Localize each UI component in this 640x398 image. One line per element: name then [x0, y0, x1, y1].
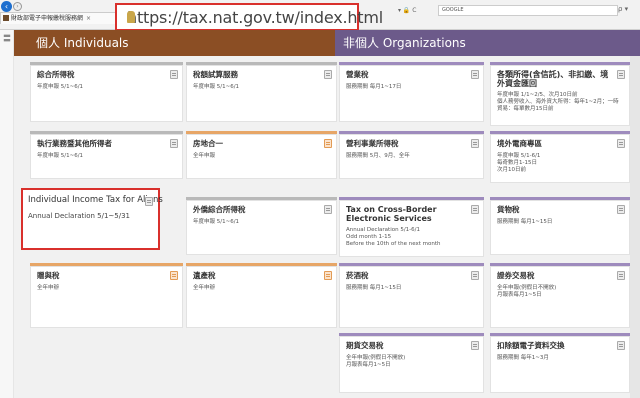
document-icon	[145, 197, 153, 206]
card-desc: Annual Declaration 5/1~5/31	[28, 212, 130, 220]
card-title: 營業稅	[346, 70, 369, 79]
document-icon	[170, 70, 178, 79]
address-bar-highlight[interactable]: https://tax.nat.gov.tw/index.html	[115, 3, 383, 31]
card-withholding-income[interactable]: 各類所得(含信託)、非扣繳、境外資金匯回 年度申報 1/1~2/5、次月10日前…	[490, 62, 630, 126]
document-icon	[170, 271, 178, 280]
card-alien-comprehensive-income-tax[interactable]: 外僑綜合所得稅 年度申報 5/1~6/1	[186, 197, 337, 255]
card-profit-seeking-enterprise-tax[interactable]: 營利事業所得稅 服務期間 5月、9月、全年	[339, 131, 484, 179]
card-income-tax-aliens[interactable]: Individual Income Tax for Aliens Annual …	[21, 188, 163, 250]
card-desc: 全年申辦	[37, 285, 60, 291]
card-title: 遺產稅	[193, 271, 216, 280]
back-arrow-icon[interactable]: ‹	[1, 1, 12, 12]
card-desc: 全年申報(例假日不開放) 月報表每月1~5日	[497, 285, 557, 298]
card-desc: 年度申報 5/1~6/1	[193, 84, 240, 90]
card-futures-transaction-tax[interactable]: 期貨交易稅 全年申報(例假日不開放) 月報表每月1~5日	[339, 333, 484, 393]
card-title: 扣除額電子資料交換	[497, 341, 565, 350]
card-title: 營利事業所得稅	[346, 139, 399, 148]
card-desc: 服務期間 每月1~15日	[497, 219, 553, 225]
card-title: 綜合所得稅	[37, 70, 75, 79]
card-house-land-tax[interactable]: 房地合一 全年申報	[186, 131, 337, 179]
card-desc: 年度申報 5/1-6/1 每奇數月1-15日 次月10日前	[497, 153, 541, 173]
card-desc: 服務期間 每月1~17日	[346, 84, 402, 90]
section-header-individuals: 個人 Individuals	[14, 30, 335, 56]
card-title: 貨物稅	[497, 205, 520, 214]
document-icon	[471, 341, 479, 350]
card-comprehensive-income-tax[interactable]: 綜合所得稅 年度申報 5/1~6/1	[30, 62, 183, 122]
card-cross-border-electronic-services[interactable]: Tax on Cross-Border Electronic Services …	[339, 197, 484, 257]
card-tax-calculation-service[interactable]: 稅額試算服務 年度申報 5/1~6/1	[186, 62, 337, 122]
menu-icon[interactable]: 〓	[3, 33, 11, 44]
section-header-organizations: 非個人 Organizations	[335, 30, 640, 56]
document-icon	[324, 271, 332, 280]
scrollbar[interactable]	[630, 56, 640, 398]
document-icon	[324, 205, 332, 214]
document-icon	[324, 139, 332, 148]
search-input[interactable]: GOOGLE	[438, 5, 618, 16]
address-bar-icons[interactable]: ▾ 🔒 C	[398, 7, 417, 14]
card-desc: 年度申報 5/1~6/1	[193, 219, 240, 225]
url-text: https://tax.nat.gov.tw/index.html	[127, 7, 384, 27]
document-icon	[471, 205, 479, 214]
card-title: 稅額試算服務	[193, 70, 238, 79]
search-icon[interactable]: ρ ▾	[618, 5, 628, 13]
tab-close-icon[interactable]: ×	[86, 15, 91, 22]
card-desc: 全年申報(例假日不開放) 月報表每月1~5日	[346, 355, 406, 368]
tab-title: 財政部電子申報繳稅服務網	[11, 15, 84, 22]
card-deduction-data-exchange[interactable]: 扣除額電子資料交換 服務期間 每年1~3月	[490, 333, 630, 393]
left-sidebar: 〓	[0, 30, 14, 398]
card-desc: 服務期間 每月1~15日	[346, 285, 402, 291]
card-desc: Annual Declaration 5/1-6/1 Odd month 1-1…	[346, 227, 441, 247]
card-title: 外僑綜合所得稅	[193, 205, 246, 214]
card-title: 證券交易稅	[497, 271, 535, 280]
document-icon	[617, 205, 625, 214]
document-icon	[471, 139, 479, 148]
document-icon	[617, 70, 625, 79]
card-cross-border-ecommerce[interactable]: 境外電商專區 年度申報 5/1-6/1 每奇數月1-15日 次月10日前	[490, 131, 630, 183]
document-icon	[471, 70, 479, 79]
card-title: 贈與稅	[37, 271, 60, 280]
card-title: 期貨交易稅	[346, 341, 384, 350]
document-icon	[471, 271, 479, 280]
card-business-tax[interactable]: 營業稅 服務期間 每月1~17日	[339, 62, 484, 122]
forward-arrow-icon[interactable]: ›	[13, 2, 22, 11]
card-professional-practice[interactable]: 執行業務暨其他所得者 年度申報 5/1~6/1	[30, 131, 183, 179]
card-title: Individual Income Tax for Aliens	[28, 195, 163, 205]
card-estate-tax[interactable]: 遺產稅 全年申辦	[186, 263, 337, 328]
card-title: 菸酒稅	[346, 271, 369, 280]
card-title: Tax on Cross-Border Electronic Services	[346, 205, 437, 223]
card-securities-transaction-tax[interactable]: 證券交易稅 全年申報(例假日不開放) 月報表每月1~5日	[490, 263, 630, 328]
card-commodity-tax[interactable]: 貨物稅 服務期間 每月1~15日	[490, 197, 630, 255]
card-gift-tax[interactable]: 贈與稅 全年申辦	[30, 263, 183, 328]
card-desc: 服務期間 5月、9月、全年	[346, 153, 410, 159]
card-desc: 年度申報 1/1~2/5、次月10日前 個人務勞收入、海外資大所得：每年1~2月…	[497, 92, 619, 112]
card-desc: 年度申報 5/1~6/1	[37, 153, 84, 159]
card-desc: 年度申報 5/1~6/1	[37, 84, 84, 90]
card-title: 各類所得(含信託)、非扣繳、境外資金匯回	[497, 70, 609, 88]
card-desc: 全年申報	[193, 153, 216, 159]
card-desc: 服務期間 每年1~3月	[497, 355, 549, 361]
document-icon	[617, 139, 625, 148]
document-icon	[170, 139, 178, 148]
document-icon	[324, 70, 332, 79]
favicon-icon	[3, 15, 9, 21]
card-title: 境外電商專區	[497, 139, 542, 148]
card-desc: 全年申辦	[193, 285, 216, 291]
card-title: 房地合一	[193, 139, 223, 148]
card-title: 執行業務暨其他所得者	[37, 139, 112, 148]
browser-tab[interactable]: 財政部電子申報繳稅服務網 ×	[0, 12, 128, 24]
document-icon	[617, 341, 625, 350]
document-icon	[617, 271, 625, 280]
card-tobacco-alcohol-tax[interactable]: 菸酒稅 服務期間 每月1~15日	[339, 263, 484, 328]
